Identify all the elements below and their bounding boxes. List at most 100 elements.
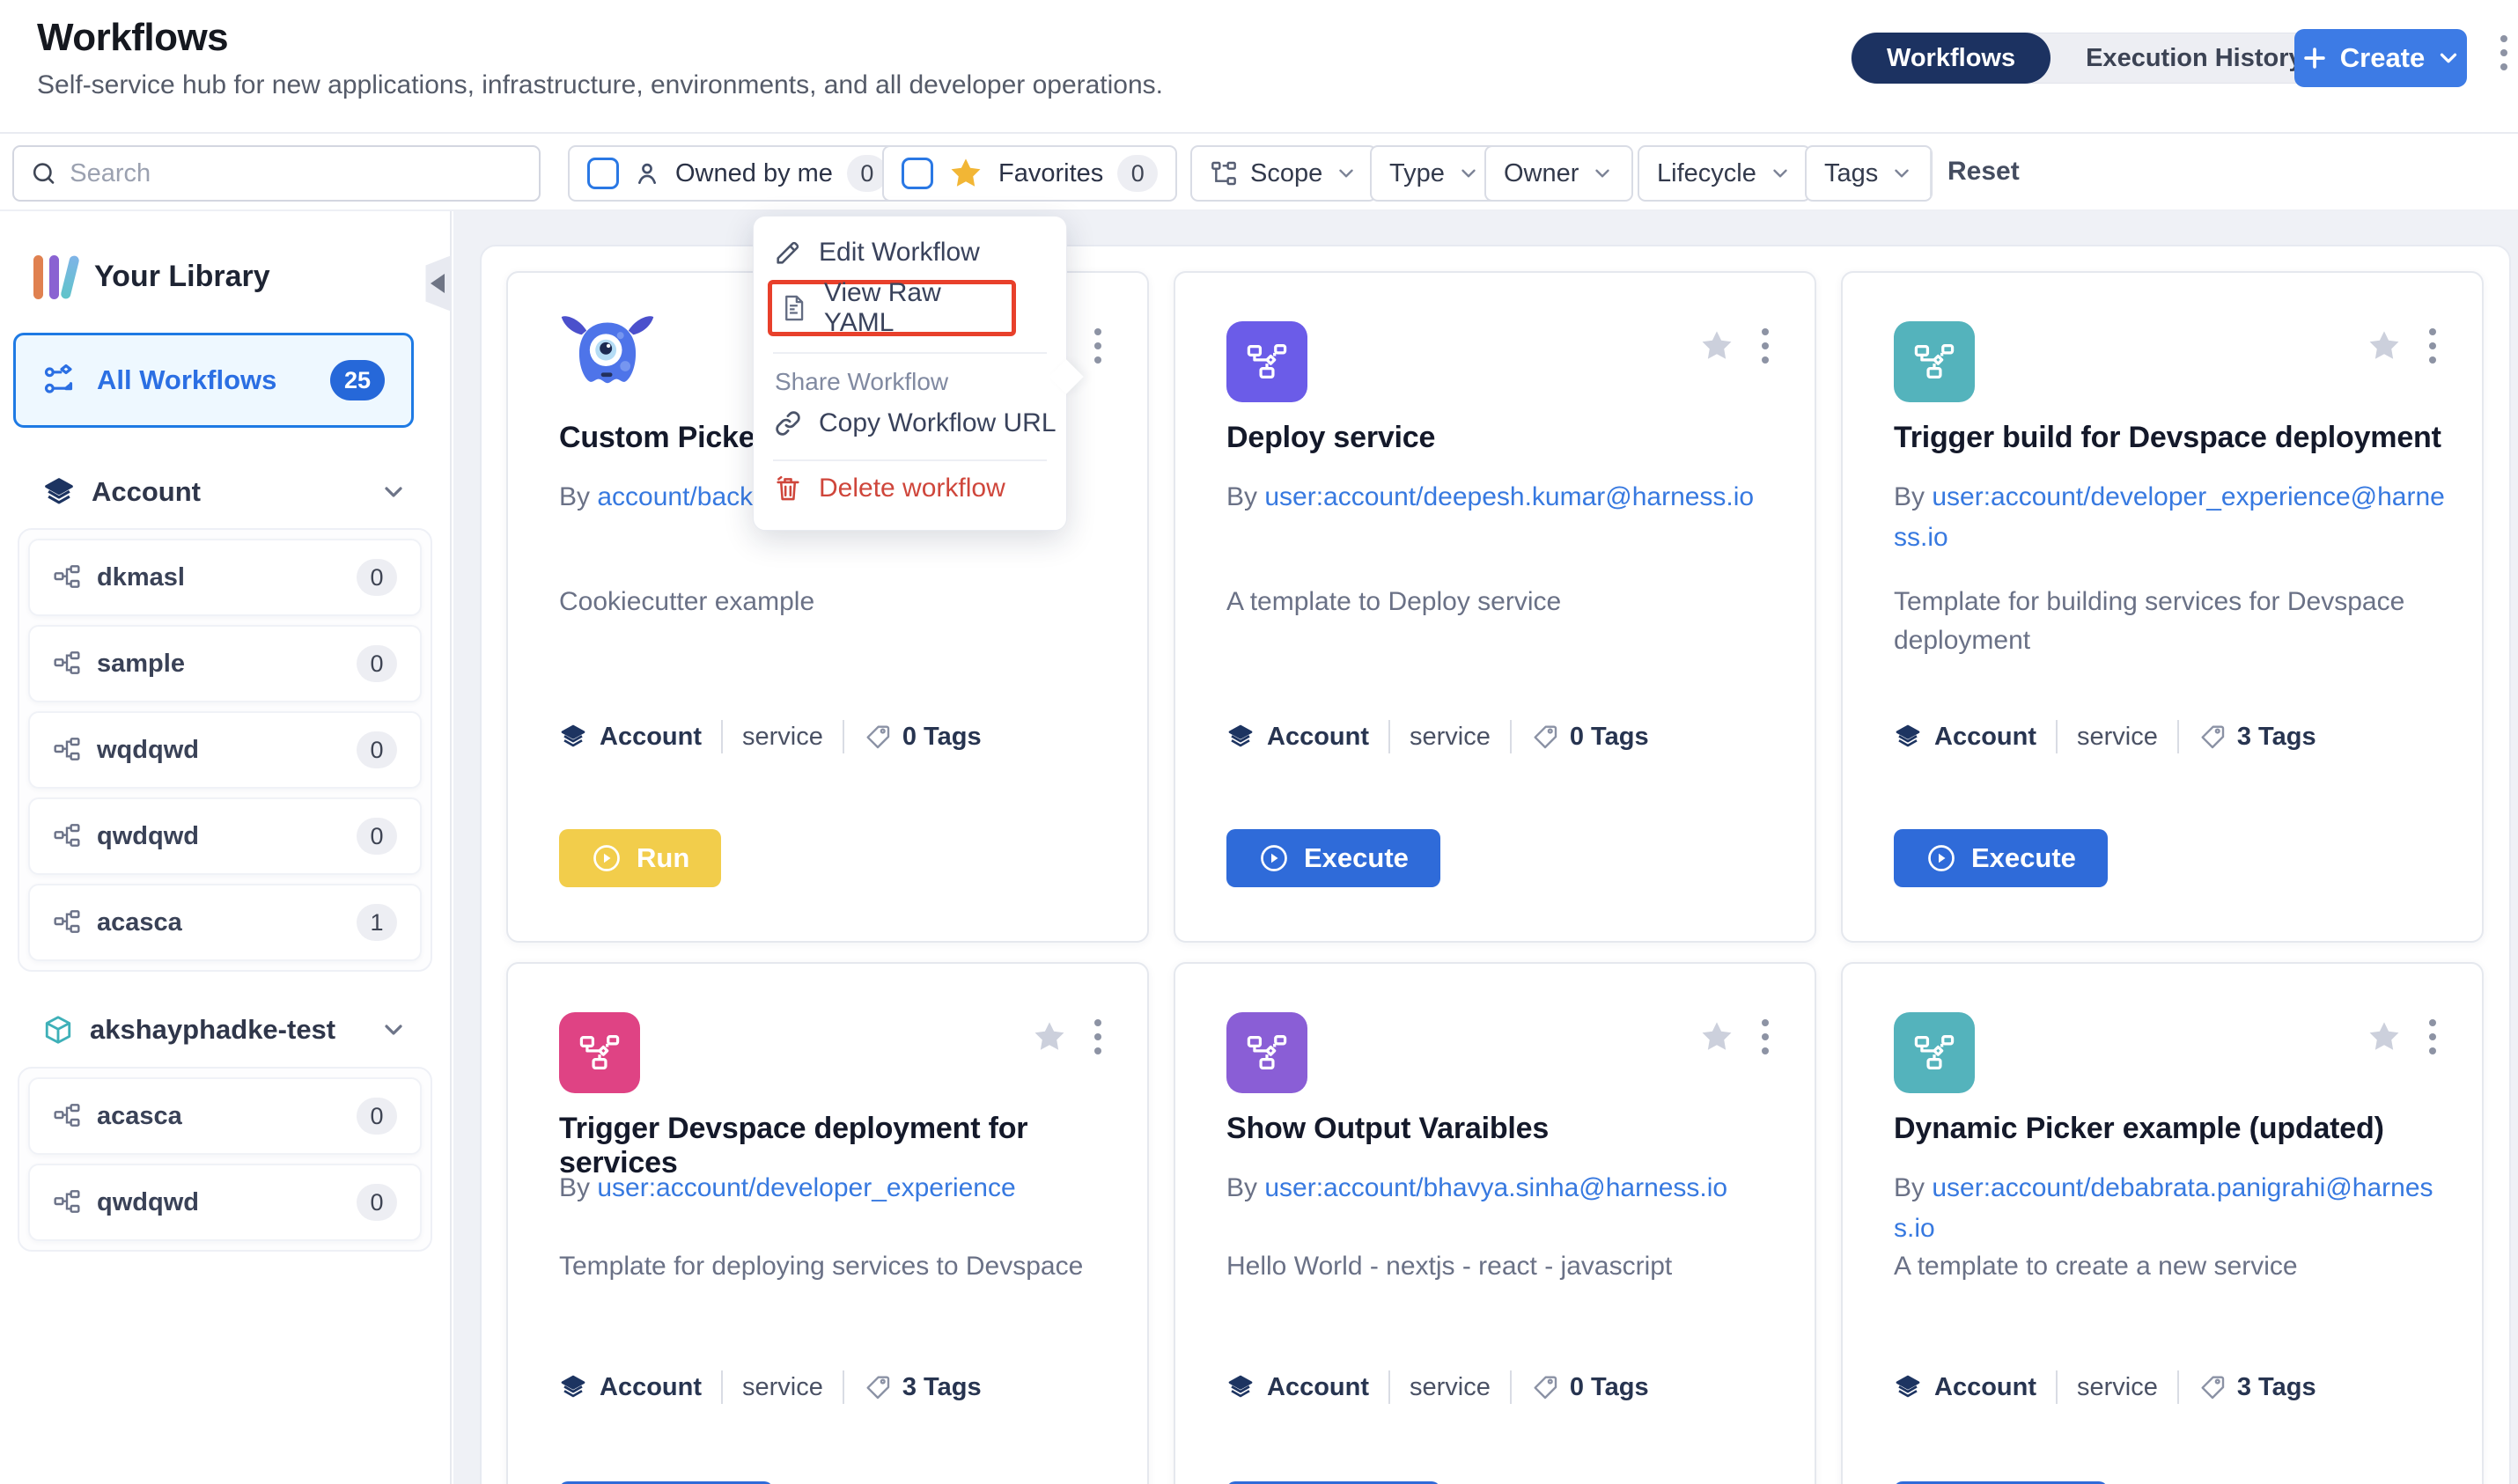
card-footer: Account service 3 Tags [1894,720,2316,753]
owner-link[interactable]: account/backs [597,482,766,511]
filter-scope[interactable]: Scope [1190,145,1377,202]
hierarchy-icon [1210,159,1238,187]
document-icon [779,293,808,323]
filter-owner[interactable]: Owner [1484,145,1633,202]
sidebar-item-dkmasl[interactable]: dkmasl 0 [28,539,422,616]
hierarchy-icon [53,736,81,764]
sidebar-item-wqdqwd[interactable]: wqdqwd 0 [28,711,422,789]
sidebar-group-account[interactable]: Account [42,475,408,509]
menu-item-copy-workflow-url[interactable]: Copy Workflow URL [773,408,1057,438]
filter-favorites[interactable]: Favorites 0 [882,145,1177,202]
card-description: A template to Deploy service [1226,583,1775,621]
collapse-arrow-icon [431,274,445,293]
chevron-down-icon [379,1016,408,1044]
cube-icon [42,1014,74,1046]
chevron-down-icon [1457,162,1480,185]
sidebar-item-qwdqwd-2[interactable]: qwdqwd 0 [28,1164,422,1241]
item-count: 0 [357,1184,397,1221]
sidebar-item-acasca-2[interactable]: acasca 0 [28,1077,422,1155]
owned-by-me-checkbox[interactable] [587,158,619,189]
tag-icon [2198,1373,2227,1401]
monster-glint [607,344,610,348]
card-kebab-menu[interactable] [1762,328,1769,364]
card-kebab-menu[interactable] [2429,1019,2436,1054]
sidebar-item-all-workflows[interactable]: All Workflows 25 [13,333,414,428]
search-input[interactable] [70,159,523,188]
layers-icon [559,1373,587,1401]
run-button[interactable]: Run [559,829,721,887]
chevron-down-icon [2435,45,2462,71]
card-kebab-menu[interactable] [1094,328,1101,364]
monster-horn-left [562,316,586,334]
card-kebab-menu[interactable] [1094,1019,1101,1054]
workflow-card-deploy-service: Deploy service By user:account/deepesh.k… [1174,271,1816,943]
favorite-star-icon[interactable] [2366,327,2403,364]
card-description: Cookiecutter example [559,583,1108,621]
filter-owned-by-me[interactable]: Owned by me 0 [568,145,907,202]
card-owner: By user:account/deepesh.kumar@harness.io [1226,477,1779,562]
sidebar-item-sample[interactable]: sample 0 [28,625,422,702]
page-kebab-menu[interactable] [2500,35,2507,70]
card-title: Dynamic Picker example (updated) [1894,1112,2442,1146]
sidebar-item-acasca[interactable]: acasca 1 [28,884,422,961]
favorite-star-icon [947,155,984,192]
all-workflows-count-badge: 25 [330,360,385,400]
owner-link[interactable]: user:account/bhavya.sinha@harness.io [1264,1173,1727,1202]
card-footer: Account service 0 Tags [1226,720,1649,753]
execute-button[interactable]: Execute [1226,829,1440,887]
execute-button[interactable]: Execute [1894,829,2108,887]
hierarchy-icon [53,822,81,850]
workflow-card-trigger-build: Trigger build for Devspace deployment By… [1841,271,2484,943]
hierarchy-icon [53,1188,81,1216]
monster-spot [617,332,624,339]
flowchart-icon [1226,1012,1307,1093]
create-button[interactable]: Create [2294,29,2467,87]
chevron-down-icon [379,478,408,506]
menu-item-edit-workflow[interactable]: Edit Workflow [773,238,980,268]
workflow-icon [42,363,77,398]
card-kebab-menu[interactable] [2429,328,2436,364]
person-icon [633,159,661,187]
chevron-down-icon [1890,162,1913,185]
card-owner: By user:account/developer_experience [559,1168,1112,1253]
owner-link[interactable]: user:account/deepesh.kumar@harness.io [1264,482,1754,511]
owner-link[interactable]: user:account/developer_experience@harnes… [1894,482,2445,552]
sidebar-item-qwdqwd[interactable]: qwdqwd 0 [28,797,422,875]
hierarchy-icon [53,1102,81,1130]
layers-icon [1894,723,1922,751]
card-description: A template to create a new service [1894,1247,2442,1286]
item-count: 1 [357,904,397,941]
filter-lifecycle[interactable]: Lifecycle [1638,145,1811,202]
card-title: Deploy service [1226,421,1775,455]
layers-icon [559,723,587,751]
flowchart-icon [1226,321,1307,402]
card-footer: Account service 3 Tags [1894,1370,2316,1404]
sidebar-collapse-button[interactable] [420,255,452,312]
play-icon [1925,842,1957,874]
card-owner: By user:account/developer_experience@har… [1894,477,2447,562]
favorites-checkbox[interactable] [902,158,933,189]
card-kebab-menu[interactable] [1762,1019,1769,1054]
favorite-star-icon[interactable] [1698,327,1735,364]
menu-item-delete-workflow[interactable]: Delete workflow [773,474,1005,503]
owner-link[interactable]: user:account/debabrata.panigrahi@harness… [1894,1173,2433,1243]
monster-spot [620,361,630,371]
card-owner: By user:account/debabrata.panigrahi@harn… [1894,1168,2447,1253]
card-footer: Account service 0 Tags [1226,1370,1649,1404]
reset-filters-button[interactable]: Reset [1947,157,2020,187]
chevron-down-icon [1591,162,1614,185]
tag-icon [864,1373,892,1401]
item-count: 0 [357,645,397,682]
filter-tags[interactable]: Tags [1805,145,1933,202]
favorite-star-icon[interactable] [1031,1018,1068,1055]
sidebar-title: Your Library [94,260,270,294]
owner-link[interactable]: user:account/developer_experience [597,1173,1015,1202]
menu-item-view-raw-yaml[interactable]: View Raw YAML [768,280,1016,336]
tab-workflows[interactable]: Workflows [1852,33,2050,84]
filter-type[interactable]: Type [1370,145,1499,202]
favorite-star-icon[interactable] [1698,1018,1735,1055]
card-footer: Account service 3 Tags [559,1370,982,1404]
favorite-star-icon[interactable] [2366,1018,2403,1055]
sidebar-group-akshayphadke-test[interactable]: akshayphadke-test [42,1014,408,1046]
favorites-count: 0 [1117,155,1158,192]
